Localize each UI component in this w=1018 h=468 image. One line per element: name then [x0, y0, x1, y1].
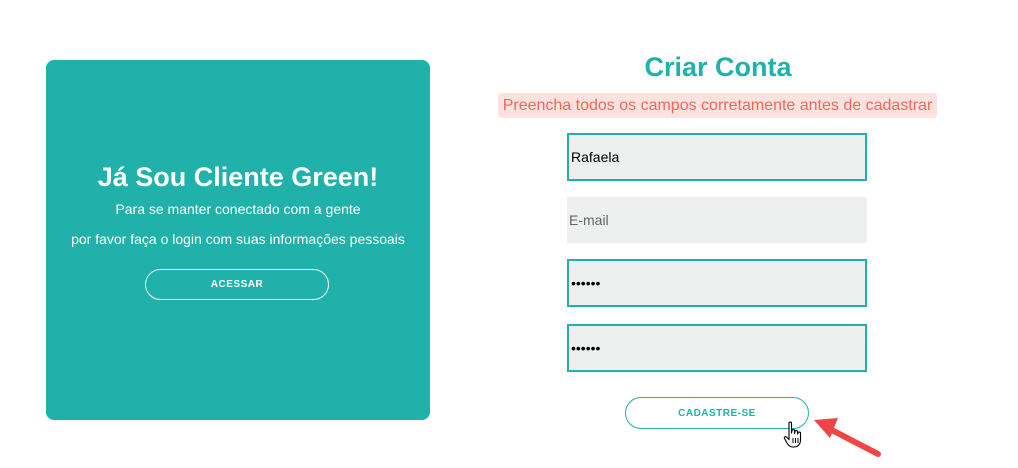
hand-pointer-cursor-icon: [783, 421, 802, 448]
login-panel-title: Já Sou Cliente Green!: [97, 162, 379, 192]
login-panel: Já Sou Cliente Green! Para se manter con…: [46, 60, 430, 420]
login-panel-subtitle-line1: Para se manter conectado com a gente: [115, 201, 361, 217]
red-arrow-icon: [814, 418, 881, 457]
access-button[interactable]: ACESSAR: [145, 269, 329, 300]
error-message: Preencha todos os campos corretamente an…: [498, 93, 937, 118]
login-panel-subtitle-line2: por favor faça o login com suas informaç…: [71, 231, 405, 247]
email-input[interactable]: [567, 197, 867, 243]
confirm-password-input[interactable]: [567, 324, 867, 372]
signup-title: Criar Conta: [644, 52, 792, 82]
name-input[interactable]: [567, 133, 867, 181]
signup-button[interactable]: CADASTRE-SE: [625, 397, 809, 429]
password-input[interactable]: [567, 259, 867, 307]
